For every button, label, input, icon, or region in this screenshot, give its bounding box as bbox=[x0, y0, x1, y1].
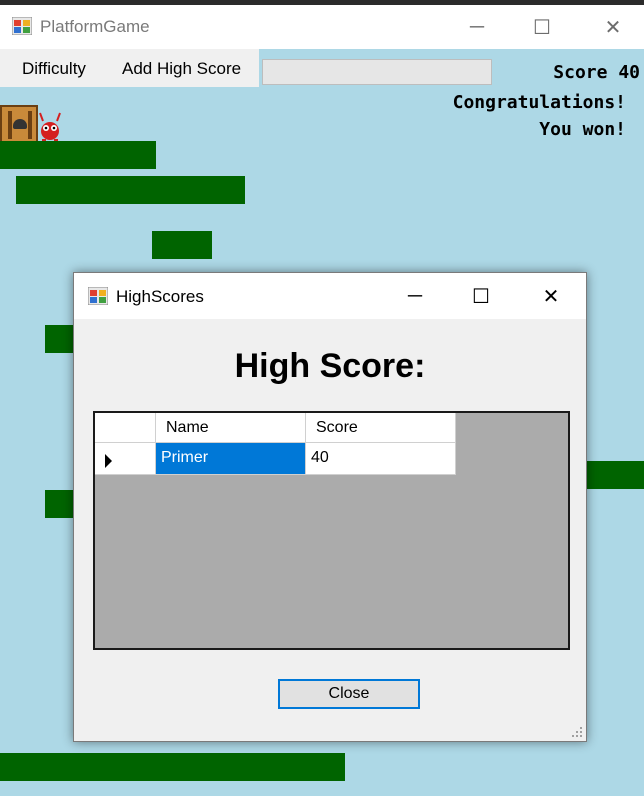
current-row-arrow-icon bbox=[105, 454, 112, 468]
highscores-grid[interactable]: Name Score Primer 40 bbox=[93, 411, 570, 650]
platform bbox=[16, 176, 245, 204]
platform bbox=[0, 141, 156, 169]
dialog-maximize-button[interactable]: ☐ bbox=[446, 273, 516, 319]
cell-name[interactable]: Primer bbox=[156, 443, 306, 475]
name-input[interactable] bbox=[262, 59, 492, 85]
dialog-minimize-button[interactable]: ─ bbox=[380, 273, 450, 319]
maximize-icon: ☐ bbox=[533, 16, 551, 39]
dialog-title: HighScores bbox=[116, 287, 204, 306]
enemy-sprite bbox=[39, 112, 61, 143]
cell-score[interactable]: 40 bbox=[306, 443, 456, 475]
highscores-dialog: HighScores ─ ☐ ✕ High Score: Name Score … bbox=[73, 272, 587, 742]
minimize-icon: ─ bbox=[407, 284, 423, 307]
column-header-score[interactable]: Score bbox=[306, 413, 456, 443]
close-button[interactable]: Close bbox=[278, 679, 420, 709]
crate-bar bbox=[28, 111, 32, 139]
score-label: Score 40 bbox=[553, 62, 640, 83]
window-titlebar[interactable]: PlatformGame ─ ☐ ✕ bbox=[0, 5, 644, 49]
close-icon: ✕ bbox=[604, 16, 622, 39]
minimize-button[interactable]: ─ bbox=[448, 5, 506, 49]
platform bbox=[580, 461, 644, 489]
close-window-button[interactable]: ✕ bbox=[584, 5, 642, 49]
dialog-titlebar[interactable]: HighScores ─ ☐ ✕ bbox=[74, 273, 586, 319]
column-header-name[interactable]: Name bbox=[156, 413, 306, 443]
crate-bar bbox=[8, 111, 12, 139]
congrats-line: Congratulations! bbox=[452, 92, 626, 113]
platform bbox=[0, 753, 345, 781]
dialog-close-x-button[interactable]: ✕ bbox=[516, 273, 586, 319]
you-won-line: You won! bbox=[539, 119, 626, 140]
dialog-app-icon bbox=[88, 287, 108, 305]
bell-icon bbox=[13, 119, 27, 129]
maximize-button[interactable]: ☐ bbox=[513, 5, 571, 49]
resize-grip-icon[interactable] bbox=[571, 726, 583, 738]
menu-difficulty[interactable]: Difficulty bbox=[22, 59, 86, 79]
player-sprite bbox=[0, 105, 38, 143]
dialog-heading: High Score: bbox=[234, 347, 426, 385]
platform bbox=[152, 231, 212, 259]
window-title: PlatformGame bbox=[40, 17, 150, 36]
app-icon bbox=[12, 17, 32, 35]
row-header[interactable] bbox=[95, 443, 156, 475]
menu-add-high-score[interactable]: Add High Score bbox=[122, 59, 241, 79]
close-icon: ✕ bbox=[542, 285, 560, 308]
grid-corner-header bbox=[95, 413, 156, 443]
minimize-icon: ─ bbox=[469, 15, 485, 38]
maximize-icon: ☐ bbox=[472, 285, 490, 308]
win-message: Congratulations! You won! bbox=[453, 89, 626, 143]
